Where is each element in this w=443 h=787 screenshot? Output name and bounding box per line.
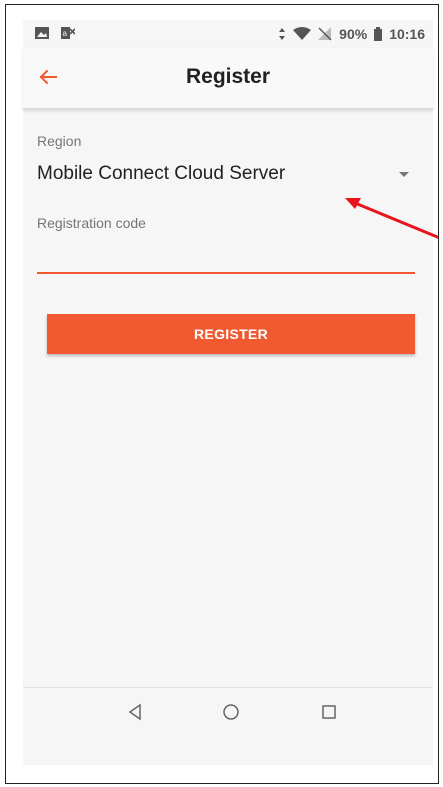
registration-code-input[interactable] <box>37 240 415 274</box>
navigation-bar <box>23 687 433 738</box>
data-arrows-icon <box>279 28 286 40</box>
svg-text:a: a <box>63 29 68 38</box>
no-signal-icon <box>318 27 332 41</box>
region-label: Region <box>37 133 82 149</box>
phone-screen: a 90% 10:16 Register Region Mobile Conne… <box>23 20 433 765</box>
region-value: Mobile Connect Cloud Server <box>37 163 286 184</box>
registration-code-label: Registration code <box>37 215 146 231</box>
battery-icon <box>374 27 383 41</box>
dictionary-icon: a <box>61 27 75 39</box>
caret-down-icon <box>399 172 409 177</box>
clock: 10:16 <box>389 26 425 42</box>
red-annotation-arrow-icon <box>345 198 438 239</box>
register-button[interactable]: REGISTER <box>47 314 415 354</box>
status-bar: a 90% 10:16 <box>23 20 433 48</box>
wifi-icon <box>293 27 312 40</box>
home-circle-icon[interactable] <box>219 700 243 724</box>
battery-percent: 90% <box>339 26 368 42</box>
screenshot-frame: a 90% 10:16 Register Region Mobile Conne… <box>5 4 439 784</box>
app-bar: Register <box>23 48 433 109</box>
region-dropdown[interactable]: Mobile Connect Cloud Server <box>37 157 417 191</box>
image-icon <box>35 27 49 39</box>
recents-square-icon[interactable] <box>317 700 341 724</box>
page-title: Register <box>185 65 271 88</box>
back-triangle-icon[interactable] <box>123 700 147 724</box>
